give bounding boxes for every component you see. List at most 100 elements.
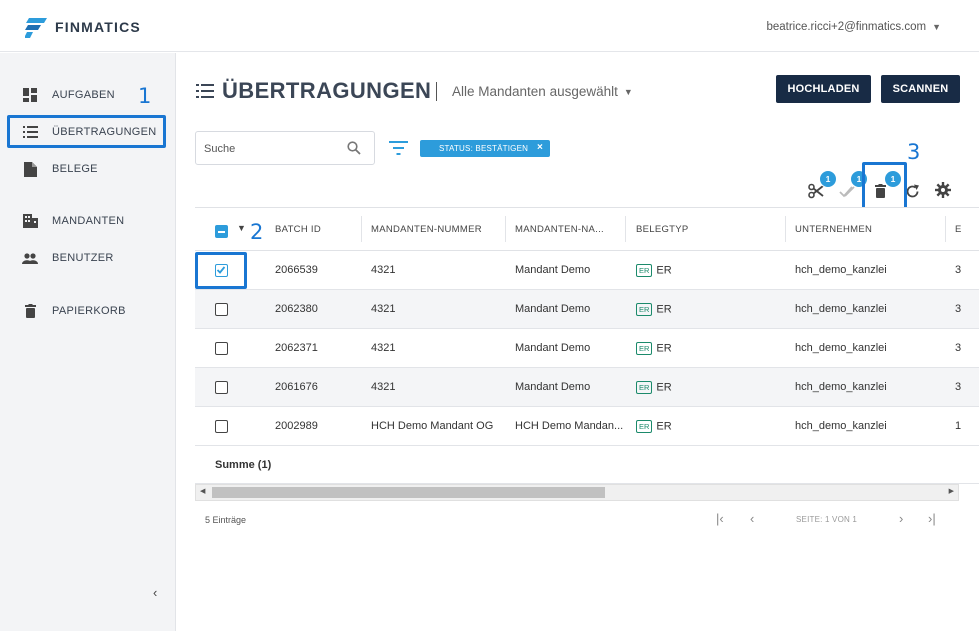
- finmatics-logo-icon: [25, 18, 47, 38]
- column-header-mandanten-nummer[interactable]: MANDANTEN-NUMMER: [371, 224, 482, 235]
- column-header-unternehmen[interactable]: UNTERNEHMEN: [795, 224, 872, 235]
- belegtyp-tag: ER: [636, 420, 653, 433]
- cell-mandant-nr: 4321: [371, 264, 396, 276]
- cell-mandant-name: Mandant Demo: [515, 381, 591, 393]
- people-icon: [22, 250, 38, 266]
- chevron-down-icon: ▼: [623, 86, 633, 97]
- row-checkbox[interactable]: [215, 303, 228, 316]
- top-bar: FINMATICS beatrice.ricci+2@finmatics.com…: [0, 0, 979, 52]
- horizontal-scrollbar[interactable]: ◀ ▶: [195, 484, 959, 501]
- sidebar-item-mandanten[interactable]: MANDANTEN: [0, 206, 176, 236]
- cell-mandant-nr: 4321: [371, 342, 396, 354]
- user-email: beatrice.ricci+2@finmatics.com: [766, 21, 927, 33]
- row-checkbox[interactable]: [215, 381, 228, 394]
- sidebar-item-label: BELEGE: [52, 163, 98, 175]
- previous-page-icon[interactable]: ‹: [750, 511, 754, 526]
- belegtyp-tag: ER: [636, 264, 653, 277]
- title-divider: [436, 82, 437, 101]
- row-checkbox[interactable]: [215, 342, 228, 355]
- cell-extra: 3: [955, 381, 962, 393]
- annotation-number-2: 2: [250, 220, 264, 244]
- belegtyp-tag: ER: [636, 303, 653, 316]
- mandant-select-value: Alle Mandanten ausgewählt: [452, 84, 618, 99]
- status-filter-chip: STATUS: BESTÄTIGEN ×: [420, 140, 550, 157]
- cell-batch-id: 2066539: [275, 264, 318, 276]
- settings-button[interactable]: [934, 181, 952, 199]
- table-row[interactable]: 2062371 4321 Mandant Demo ER ER hch_demo_…: [195, 329, 979, 368]
- search-input[interactable]: Suche: [195, 131, 375, 165]
- sidebar-item-label: AUFGABEN: [52, 89, 115, 101]
- column-header-belegtyp[interactable]: BELEGTYP: [636, 224, 689, 235]
- sidebar-item-benutzer[interactable]: BENUTZER: [0, 243, 176, 273]
- column-header-batch-id[interactable]: BATCH ID: [275, 224, 321, 235]
- cell-mandant-nr: HCH Demo Mandant OG: [371, 420, 494, 432]
- sidebar-item-label: MANDANTEN: [52, 215, 125, 227]
- belegtyp-text: ER: [656, 342, 672, 355]
- belegtyp-tag: ER: [636, 342, 653, 355]
- filter-chip-label: STATUS: BESTÄTIGEN: [439, 144, 529, 153]
- cell-mandant-nr: 4321: [371, 303, 396, 315]
- table-row[interactable]: 2061676 4321 Mandant Demo ER ER hch_demo_…: [195, 368, 979, 407]
- cell-batch-id: 2062371: [275, 342, 318, 354]
- cell-extra: 3: [955, 342, 962, 354]
- table-row[interactable]: 2062380 4321 Mandant Demo ER ER hch_demo_…: [195, 290, 979, 329]
- table-row[interactable]: 2066539 4321 Mandant Demo ER ER hch_demo_…: [195, 251, 979, 290]
- belegtyp-text: ER: [656, 303, 672, 316]
- cell-mandant-name: Mandant Demo: [515, 342, 591, 354]
- cell-belegtyp: ER ER: [636, 264, 672, 277]
- brand-name: FINMATICS: [55, 19, 141, 35]
- user-menu[interactable]: beatrice.ricci+2@finmatics.com ▼: [766, 21, 941, 33]
- cell-belegtyp: ER ER: [636, 381, 672, 394]
- next-page-icon[interactable]: ›: [899, 511, 903, 526]
- dashboard-icon: [22, 87, 38, 103]
- annotation-box-1: [7, 115, 166, 148]
- page-indicator: SEITE: 1 VON 1: [796, 515, 858, 524]
- building-icon: [22, 213, 38, 229]
- table-row[interactable]: 2002989 HCH Demo Mandant OG HCH Demo Man…: [195, 407, 979, 446]
- column-divider: [361, 216, 362, 242]
- belegtyp-tag: ER: [636, 381, 653, 394]
- sidebar-item-belege[interactable]: BELEGE: [0, 154, 176, 184]
- cell-mandant-name: Mandant Demo: [515, 264, 591, 276]
- cell-mandant-name: Mandant Demo: [515, 303, 591, 315]
- column-divider: [505, 216, 506, 242]
- select-all-checkbox[interactable]: [215, 225, 228, 238]
- scan-button[interactable]: SCANNEN: [881, 75, 960, 103]
- belegtyp-text: ER: [656, 381, 672, 394]
- column-header-extra[interactable]: E: [955, 224, 962, 235]
- first-page-icon[interactable]: |‹: [716, 511, 724, 526]
- belegtyp-text: ER: [656, 264, 672, 277]
- search-icon: [347, 141, 361, 155]
- cell-unternehmen: hch_demo_kanzlei: [795, 303, 887, 315]
- chevron-down-icon: ▼: [932, 22, 941, 32]
- close-icon[interactable]: ×: [537, 142, 543, 153]
- collapse-sidebar-button[interactable]: ‹: [153, 585, 157, 600]
- scrollbar-thumb[interactable]: [212, 487, 605, 498]
- sidebar-item-label: BENUTZER: [52, 252, 114, 264]
- gear-icon: [935, 182, 951, 198]
- column-divider: [785, 216, 786, 242]
- cell-unternehmen: hch_demo_kanzlei: [795, 381, 887, 393]
- mandant-select[interactable]: Alle Mandanten ausgewählt ▼: [452, 84, 633, 99]
- document-icon: [22, 161, 38, 177]
- cell-batch-id: 2002989: [275, 420, 318, 432]
- page-title-text: ÜBERTRAGUNGEN: [222, 78, 432, 103]
- cell-extra: 3: [955, 264, 962, 276]
- column-divider: [945, 216, 946, 242]
- cell-extra: 1: [955, 420, 962, 432]
- scroll-right-icon[interactable]: ▶: [949, 487, 954, 495]
- last-page-icon[interactable]: ›|: [928, 511, 936, 526]
- filter-icon[interactable]: [389, 141, 408, 155]
- annotation-number-3: 3: [907, 140, 921, 164]
- sidebar-item-papierkorb[interactable]: PAPIERKORB: [0, 296, 176, 326]
- column-header-mandanten-name[interactable]: MANDANTEN-NA...: [515, 224, 604, 235]
- cell-batch-id: 2062380: [275, 303, 318, 315]
- cell-unternehmen: hch_demo_kanzlei: [795, 264, 887, 276]
- scroll-left-icon[interactable]: ◀: [200, 487, 205, 495]
- upload-button[interactable]: HOCHLADEN: [776, 75, 871, 103]
- chevron-down-icon[interactable]: ▼: [237, 223, 246, 233]
- page-title: ÜBERTRAGUNGEN: [196, 78, 431, 104]
- cell-unternehmen: hch_demo_kanzlei: [795, 342, 887, 354]
- row-checkbox[interactable]: [215, 420, 228, 433]
- logo[interactable]: FINMATICS: [25, 16, 141, 38]
